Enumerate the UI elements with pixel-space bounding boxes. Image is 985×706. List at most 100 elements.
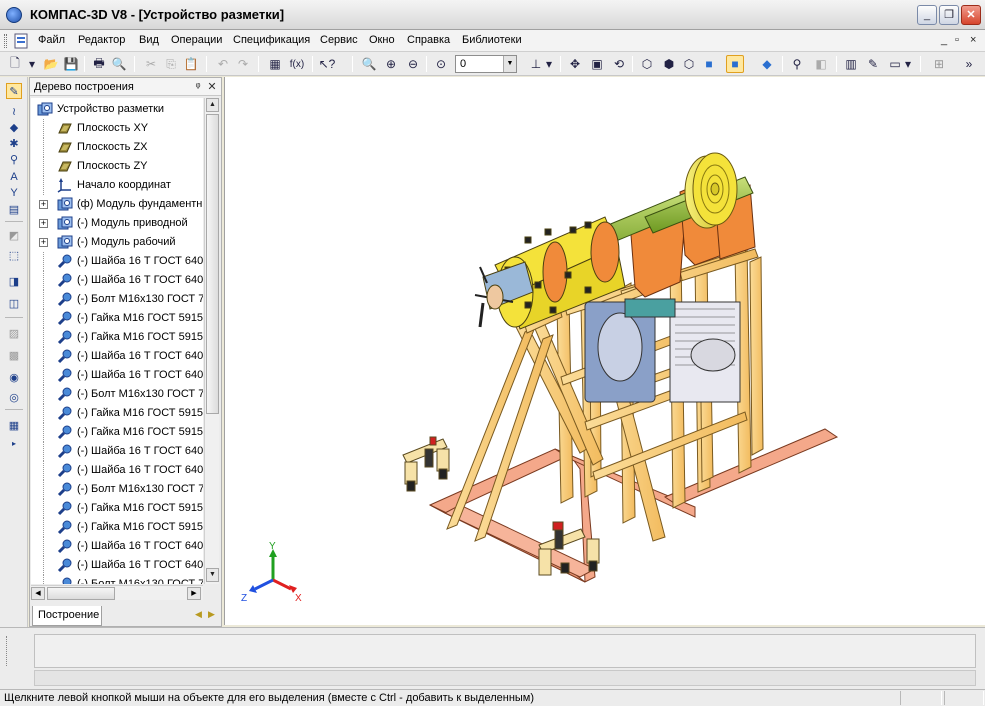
scroll-left-icon[interactable]: ◀	[31, 587, 45, 600]
tree-item[interactable]: (-) Гайка М16 ГОСТ 5915-	[31, 309, 203, 328]
restore-button[interactable]: ❐	[939, 5, 959, 25]
minimize-button[interactable]: _	[917, 5, 937, 25]
spec-panel-icon[interactable]: ▤	[6, 201, 22, 217]
tree-item[interactable]: (-) Гайка М16 ГОСТ 5915-	[31, 499, 203, 518]
formula-icon[interactable]: f(x)	[288, 55, 306, 73]
tree-item[interactable]: (-) Шайба 16 Т ГОСТ 6402	[31, 537, 203, 556]
scroll-right-icon[interactable]: ▶	[187, 587, 201, 600]
array-icon[interactable]: ◫	[6, 295, 22, 311]
menu-view[interactable]: Вид	[139, 34, 159, 46]
property-bar-grip[interactable]	[6, 636, 26, 666]
pan-icon[interactable]: ✥	[566, 55, 584, 73]
document-minimize-button[interactable]: _	[941, 34, 947, 46]
tree-item[interactable]: + (-) Модуль рабочий	[31, 233, 203, 252]
shaded-icon[interactable]: ■	[700, 55, 718, 73]
tree-item[interactable]: (-) Шайба 16 Т ГОСТ 6402	[31, 252, 203, 271]
shaded-edges-icon[interactable]: ■	[726, 55, 744, 73]
scroll-down-icon[interactable]: ▼	[206, 568, 219, 582]
orientation-icon[interactable]: ⊥	[527, 55, 545, 73]
menu-window[interactable]: Окно	[369, 34, 395, 46]
tab-prev-icon[interactable]: ◀	[195, 609, 202, 620]
paste-icon[interactable]: 📋	[182, 55, 200, 73]
menu-specification[interactable]: Спецификация	[233, 34, 310, 46]
mates-panel-icon[interactable]: ⚲	[6, 151, 22, 167]
mates-icon[interactable]: ✎	[864, 55, 882, 73]
undo-icon[interactable]: ↶	[214, 55, 232, 73]
expand-toggle-icon[interactable]: +	[39, 238, 48, 247]
rotate-component-icon[interactable]: ◎	[6, 389, 22, 405]
cut-icon[interactable]: ✂	[142, 55, 160, 73]
tree-item[interactable]: Начало координат	[31, 176, 203, 195]
surfaces-icon[interactable]: ◆	[6, 119, 22, 135]
tree-horizontal-scrollbar[interactable]: ◀ ▶	[31, 585, 203, 600]
disabled-tool-3-icon[interactable]: ▩	[6, 347, 22, 363]
tree-item[interactable]: (-) Шайба 16 Т ГОСТ 6402	[31, 366, 203, 385]
save-icon[interactable]: 💾	[62, 55, 80, 73]
hidden-lines-thin-icon[interactable]: ⬡	[680, 55, 698, 73]
tree-item[interactable]: (-) Болт М16х130 ГОСТ 78	[31, 480, 203, 499]
hscroll-thumb[interactable]	[47, 587, 115, 600]
zoom-out-icon[interactable]: ⊖	[404, 55, 422, 73]
section-icon[interactable]: ◧	[812, 55, 830, 73]
tree-item[interactable]: (-) Шайба 16 Т ГОСТ 6402	[31, 556, 203, 575]
expand-toggle-icon[interactable]: +	[39, 219, 48, 228]
insert-component-icon[interactable]: ⬚	[6, 247, 22, 263]
close-icon[interactable]: ✕	[205, 80, 219, 94]
tree-item[interactable]: (-) Гайка М16 ГОСТ 5915-	[31, 518, 203, 537]
help-pointer-icon[interactable]: ↖?	[318, 55, 336, 73]
library-icon[interactable]: ▦	[6, 417, 22, 433]
menu-file[interactable]: Файл	[38, 34, 65, 46]
close-button[interactable]: ✕	[961, 5, 981, 25]
aux-geometry-icon[interactable]: ✱	[6, 135, 22, 151]
zoom-in-icon[interactable]: ⊕	[382, 55, 400, 73]
assembly-model[interactable]: Y X Z	[225, 77, 985, 625]
chevron-down-icon[interactable]: ▼	[503, 56, 516, 72]
move-component-icon[interactable]: ◉	[6, 369, 22, 385]
tree-item[interactable]: Устройство разметки	[31, 100, 203, 119]
tree-item[interactable]: (-) Болт М16х130 ГОСТ 78	[31, 385, 203, 404]
rotate-icon[interactable]: ⟲	[610, 55, 628, 73]
curves-icon[interactable]: ≀	[6, 103, 22, 119]
perspective-icon[interactable]: ◆	[758, 55, 776, 73]
menu-service[interactable]: Сервис	[320, 34, 358, 46]
wireframe-icon[interactable]: ⬡	[638, 55, 656, 73]
tree-item[interactable]: (-) Шайба 16 Т ГОСТ 6402	[31, 442, 203, 461]
tree-item[interactable]: + (ф) Модуль фундаментный	[31, 195, 203, 214]
show-all-icon[interactable]: ▣	[588, 55, 606, 73]
scroll-up-icon[interactable]: ▲	[206, 98, 219, 112]
tab-next-icon[interactable]: ▶	[208, 609, 215, 620]
tree-item[interactable]: + (-) Модуль приводной	[31, 214, 203, 233]
tree-item[interactable]: (-) Шайба 16 Т ГОСТ 6402	[31, 271, 203, 290]
tree-item[interactable]: (-) Болт М16х130 ГОСТ 78	[31, 575, 203, 584]
tree-item[interactable]: Плоскость XY	[31, 119, 203, 138]
tree-item[interactable]: Плоскость ZX	[31, 138, 203, 157]
tree-item[interactable]: (-) Болт М16х130 ГОСТ 78	[31, 290, 203, 309]
model-viewport[interactable]: Y X Z	[224, 77, 985, 625]
copy-icon[interactable]: ⎘	[162, 55, 180, 73]
disabled-tool-2-icon[interactable]: ▨	[6, 325, 22, 341]
tree-item[interactable]: (-) Гайка М16 ГОСТ 5915-	[31, 423, 203, 442]
measure-icon[interactable]: A	[6, 169, 22, 185]
menu-grip[interactable]	[4, 34, 7, 48]
filter-icon[interactable]: ⚲	[788, 55, 806, 73]
properties-icon[interactable]: ▥	[842, 55, 860, 73]
document-icon[interactable]	[14, 33, 30, 49]
print-preview-icon[interactable]: 🔍	[110, 55, 128, 73]
menu-libraries[interactable]: Библиотеки	[462, 34, 522, 46]
zoom-scale-icon[interactable]: ⊙	[432, 55, 450, 73]
create-component-icon[interactable]: ◨	[6, 273, 22, 289]
display-dropdown-icon[interactable]: ▾	[904, 55, 912, 73]
tree-item[interactable]: (-) Шайба 16 Т ГОСТ 6402	[31, 347, 203, 366]
menu-operations[interactable]: Операции	[171, 34, 222, 46]
tree-item[interactable]: (-) Гайка М16 ГОСТ 5915-	[31, 328, 203, 347]
tree-vertical-scrollbar[interactable]: ▲ ▼	[204, 98, 219, 584]
zoom-scale-input[interactable]: 0 ▼	[455, 55, 517, 73]
disabled-tool-1-icon[interactable]: ◩	[6, 227, 22, 243]
menu-help[interactable]: Справка	[407, 34, 450, 46]
variables-icon[interactable]: ▦	[266, 55, 284, 73]
tree-item[interactable]: (-) Гайка М16 ГОСТ 5915-	[31, 404, 203, 423]
new-document-icon[interactable]: 🗋	[6, 55, 24, 73]
tree-item[interactable]: Плоскость ZY	[31, 157, 203, 176]
expand-toolbar-icon[interactable]: ▸	[6, 435, 22, 451]
display-icon[interactable]: ▭	[886, 55, 904, 73]
